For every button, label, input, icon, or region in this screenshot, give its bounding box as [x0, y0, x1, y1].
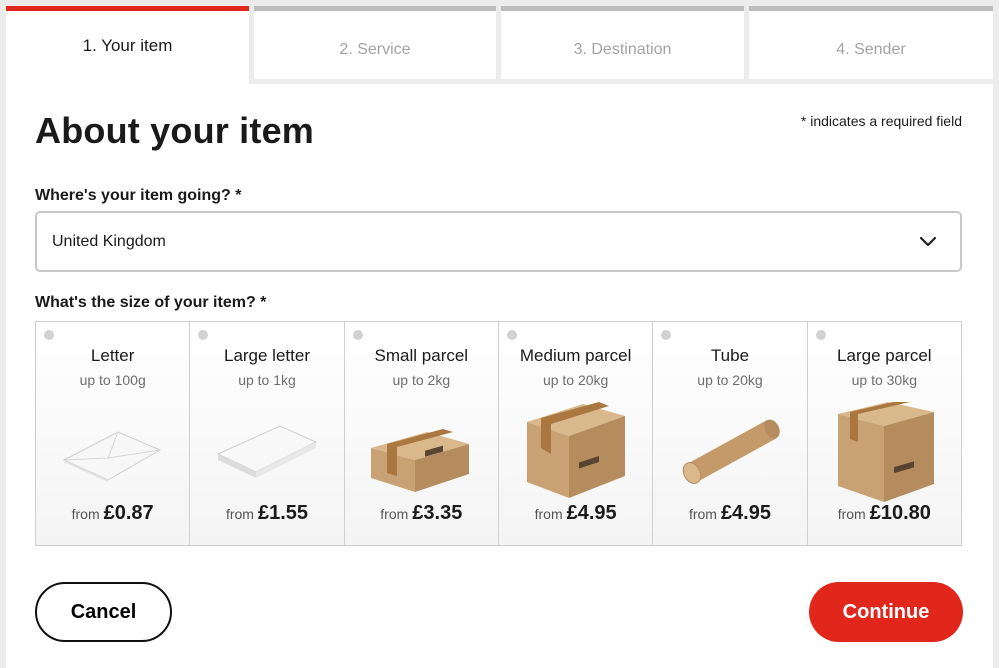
- price-from: from: [837, 506, 866, 522]
- tab-service[interactable]: 2. Service: [254, 6, 496, 79]
- size-option-large-letter[interactable]: Large letter up to 1kg from £1.55: [190, 322, 345, 545]
- size-weight: up to 2kg: [392, 372, 451, 388]
- size-price: from £4.95: [653, 502, 806, 525]
- radio-dot[interactable]: [198, 330, 209, 340]
- size-weight: up to 20kg: [542, 372, 609, 388]
- size-price: from £3.35: [345, 502, 498, 525]
- tube-icon: [683, 419, 781, 484]
- price-from: from: [71, 506, 100, 522]
- price-amount: £3.35: [412, 502, 463, 524]
- price-amount: £4.95: [720, 502, 771, 524]
- price-from: from: [225, 506, 254, 522]
- size-price: from £4.95: [499, 502, 652, 525]
- price-amount: £0.87: [103, 502, 154, 524]
- size-weight: up to 100g: [79, 372, 146, 388]
- size-option-small-parcel[interactable]: Small parcel up to 2kg from £3.35: [344, 322, 499, 545]
- destination-select[interactable]: United Kingdom: [35, 211, 962, 272]
- size-name: Large letter: [223, 346, 310, 365]
- price-from: from: [688, 506, 717, 522]
- price-amount: £1.55: [257, 502, 309, 524]
- size-price: from £0.87: [36, 502, 189, 525]
- radio-dot[interactable]: [661, 330, 672, 340]
- size-weight: up to 20kg: [697, 372, 763, 388]
- size-option-tube[interactable]: Tube up to 20kg from £4.95: [653, 322, 808, 545]
- radio-dot[interactable]: [352, 330, 363, 340]
- size-name: Small parcel: [374, 346, 469, 365]
- size-option-letter[interactable]: Letter up to 100g from £0.87: [36, 322, 191, 545]
- radio-dot[interactable]: [815, 330, 826, 340]
- destination-value: United Kingdom: [52, 233, 166, 250]
- size-weight: up to 30kg: [851, 372, 917, 388]
- item-form-panel: About your item * indicates a required f…: [6, 84, 993, 668]
- medium-parcel-icon: [526, 402, 625, 498]
- size-options: Letter up to 100g from £0.87 Large letter…: [35, 321, 962, 546]
- size-price: from £10.80: [808, 502, 961, 525]
- price-amount: £10.80: [869, 502, 931, 524]
- size-name: Medium parcel: [519, 346, 632, 365]
- destination-label: Where's your item going? *: [35, 187, 242, 204]
- chevron-down-icon: [919, 236, 937, 247]
- size-weight: up to 1kg: [238, 372, 296, 388]
- large-parcel-icon: [837, 402, 934, 502]
- price-amount: £4.95: [566, 502, 617, 524]
- size-name: Letter: [90, 346, 135, 365]
- size-option-large-parcel[interactable]: Large parcel up to 30kg from £10.80: [807, 322, 961, 545]
- small-parcel-icon: [370, 429, 469, 492]
- cancel-button[interactable]: Cancel: [35, 582, 172, 642]
- radio-dot[interactable]: [506, 330, 517, 340]
- size-label: What's the size of your item? *: [35, 294, 267, 311]
- radio-dot[interactable]: [44, 330, 54, 340]
- price-from: from: [534, 506, 563, 522]
- letter-envelope-icon: [62, 431, 162, 482]
- size-price: from £1.55: [190, 502, 343, 525]
- tab-destination[interactable]: 3. Destination: [501, 6, 744, 79]
- size-option-medium-parcel[interactable]: Medium parcel up to 20kg from £4.95: [498, 322, 654, 545]
- page-title: About your item: [35, 110, 314, 151]
- large-letter-icon: [217, 425, 318, 478]
- size-name: Large parcel: [837, 346, 932, 365]
- continue-button[interactable]: Continue: [809, 582, 963, 642]
- tab-your-item[interactable]: 1. Your item: [6, 6, 249, 86]
- price-from: from: [380, 506, 409, 522]
- size-name: Tube: [710, 346, 750, 365]
- required-note: * indicates a required field: [800, 113, 962, 129]
- tab-sender[interactable]: 4. Sender: [749, 6, 993, 79]
- step-tabs: 1. Your item 2. Service 3. Destination 4…: [6, 6, 993, 86]
